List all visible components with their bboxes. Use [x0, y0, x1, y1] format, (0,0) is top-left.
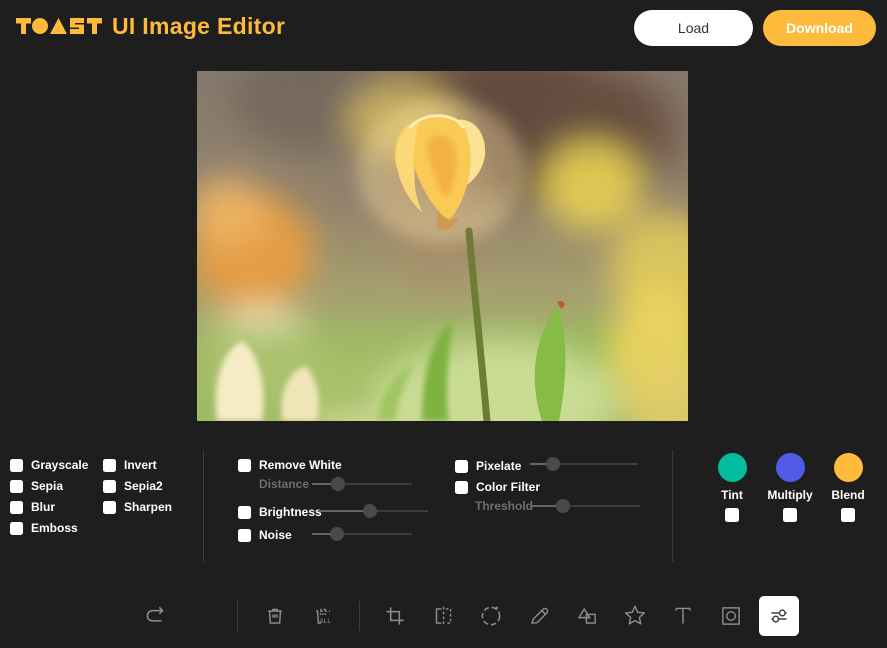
- panel-divider: [672, 450, 673, 562]
- checkbox[interactable]: [10, 501, 23, 514]
- distance-slider[interactable]: [312, 477, 412, 491]
- pixelate-slider[interactable]: [530, 457, 638, 471]
- checkbox[interactable]: [10, 480, 23, 493]
- slider-handle[interactable]: [556, 499, 570, 513]
- svg-text:ALL: ALL: [319, 618, 331, 625]
- filter-label: Brightness: [259, 505, 322, 519]
- checkbox[interactable]: [455, 481, 468, 494]
- blend-label: Blend: [831, 488, 864, 502]
- filter-option-brightness[interactable]: Brightness: [238, 505, 322, 519]
- crop-button[interactable]: [375, 596, 415, 636]
- toolbar-divider: [237, 601, 238, 631]
- filter-option-color-filter[interactable]: Color Filter: [455, 480, 540, 494]
- draw-pencil-icon: [526, 603, 552, 629]
- app-logo: UI Image Editor: [16, 15, 285, 37]
- shape-icon: [574, 603, 600, 629]
- filter-label: Remove White: [259, 458, 342, 472]
- text-button[interactable]: [663, 596, 703, 636]
- rotate-button[interactable]: [471, 596, 511, 636]
- crop-icon: [382, 603, 408, 629]
- filter-label: Emboss: [31, 521, 78, 535]
- multiply-checkbox[interactable]: [783, 508, 797, 522]
- checkbox[interactable]: [455, 460, 468, 473]
- tint-color-swatch[interactable]: [718, 453, 747, 482]
- brightness-slider[interactable]: [318, 504, 428, 518]
- filter-option-blur[interactable]: Blur: [10, 500, 55, 514]
- filter-option-sepia2[interactable]: Sepia2: [103, 479, 163, 493]
- threshold-label: Threshold: [475, 499, 533, 513]
- filter-sliders-icon: [766, 603, 792, 629]
- filter-option-remove-white[interactable]: Remove White: [238, 458, 342, 472]
- toast-logotype-icon: [16, 15, 103, 37]
- filter-option-noise[interactable]: Noise: [238, 528, 292, 542]
- shape-button[interactable]: [567, 596, 607, 636]
- slider-handle[interactable]: [330, 527, 344, 541]
- filter-button[interactable]: [759, 596, 799, 636]
- mask-button[interactable]: [711, 596, 751, 636]
- filter-option-emboss[interactable]: Emboss: [10, 521, 78, 535]
- edit-canvas-image[interactable]: [197, 71, 688, 421]
- filter-option-pixelate[interactable]: Pixelate: [455, 459, 521, 473]
- flip-icon: [430, 603, 456, 629]
- draw-button[interactable]: [519, 596, 559, 636]
- checkbox[interactable]: [238, 506, 251, 519]
- mask-icon: [718, 603, 744, 629]
- distance-label: Distance: [259, 477, 309, 491]
- multiply-label: Multiply: [767, 488, 812, 502]
- text-icon: [670, 603, 696, 629]
- blend-option-blend: Blend: [819, 453, 877, 522]
- delete-all-icon: ALL: [310, 603, 336, 629]
- filter-label: Invert: [124, 458, 157, 472]
- slider-handle[interactable]: [331, 477, 345, 491]
- checkbox[interactable]: [103, 459, 116, 472]
- tint-label: Tint: [721, 488, 743, 502]
- slider-fill: [318, 510, 370, 512]
- flip-button[interactable]: [423, 596, 463, 636]
- panel-divider: [203, 450, 204, 562]
- slider-handle[interactable]: [546, 457, 560, 471]
- delete-icon: [262, 603, 288, 629]
- filter-label: Noise: [259, 528, 292, 542]
- blend-checkbox[interactable]: [841, 508, 855, 522]
- filter-label: Grayscale: [31, 458, 88, 472]
- blend-option-multiply: Multiply: [761, 453, 819, 522]
- noise-slider[interactable]: [312, 527, 412, 541]
- filter-label: Color Filter: [476, 480, 540, 494]
- filter-label: Sepia: [31, 479, 63, 493]
- checkbox[interactable]: [103, 480, 116, 493]
- checkbox[interactable]: [10, 522, 23, 535]
- checkbox[interactable]: [238, 529, 251, 542]
- filter-label: Pixelate: [476, 459, 521, 473]
- blend-color-swatch[interactable]: [834, 453, 863, 482]
- filter-label: Sharpen: [124, 500, 172, 514]
- tulip-photo: [197, 71, 688, 421]
- star-icon: [622, 603, 648, 629]
- filter-option-invert[interactable]: Invert: [103, 458, 157, 472]
- redo-button[interactable]: [135, 596, 175, 636]
- app-title: UI Image Editor: [112, 15, 285, 37]
- checkbox[interactable]: [10, 459, 23, 472]
- filter-option-sharpen[interactable]: Sharpen: [103, 500, 172, 514]
- filter-label: Sepia2: [124, 479, 163, 493]
- filter-label: Blur: [31, 500, 55, 514]
- checkbox[interactable]: [238, 459, 251, 472]
- slider-handle[interactable]: [363, 504, 377, 518]
- redo-icon: [142, 603, 168, 629]
- checkbox[interactable]: [103, 501, 116, 514]
- tint-checkbox[interactable]: [725, 508, 739, 522]
- download-button[interactable]: Download: [763, 10, 876, 46]
- filter-option-sepia[interactable]: Sepia: [10, 479, 63, 493]
- blend-option-tint: Tint: [703, 453, 761, 522]
- multiply-color-swatch[interactable]: [776, 453, 805, 482]
- filter-option-grayscale[interactable]: Grayscale: [10, 458, 88, 472]
- toolbar-divider: [359, 601, 360, 631]
- icon-sticker-button[interactable]: [615, 596, 655, 636]
- delete-button[interactable]: [255, 596, 295, 636]
- load-button[interactable]: Load: [634, 10, 753, 46]
- rotate-icon: [478, 603, 504, 629]
- delete-all-button[interactable]: ALL: [303, 596, 343, 636]
- threshold-slider[interactable]: [530, 499, 640, 513]
